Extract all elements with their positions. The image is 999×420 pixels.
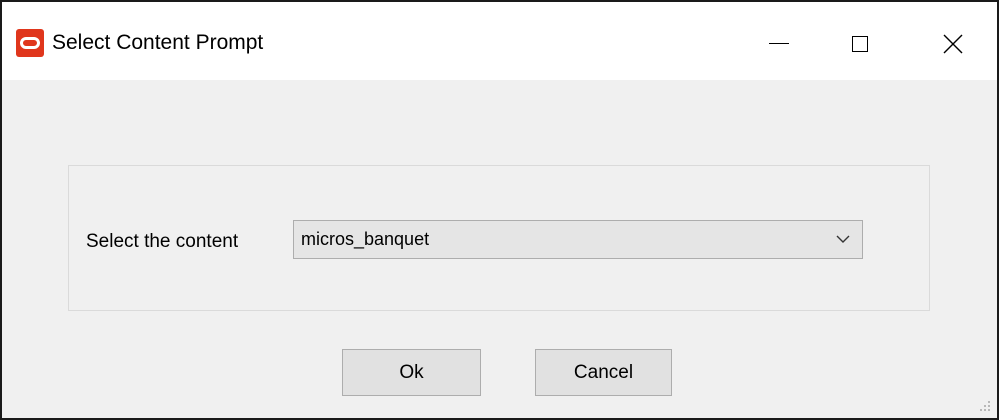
close-icon xyxy=(943,34,963,54)
minimize-button[interactable] xyxy=(732,2,824,80)
resize-grip-icon[interactable] xyxy=(979,400,991,412)
content-label: Select the content xyxy=(86,231,239,252)
content-select-value: micros_banquet xyxy=(301,229,430,249)
close-button[interactable] xyxy=(907,2,999,80)
window-title: Select Content Prompt xyxy=(52,31,264,54)
cancel-button[interactable]: Cancel xyxy=(535,349,672,396)
title-bar[interactable]: Select Content Prompt xyxy=(2,2,997,80)
content-select[interactable]: micros_banquet xyxy=(293,220,863,259)
ok-button[interactable]: Ok xyxy=(342,349,481,396)
dialog-window: Select Content Prompt Select the content… xyxy=(0,0,999,420)
oracle-logo-icon xyxy=(16,29,44,57)
chevron-down-icon xyxy=(836,235,850,243)
maximize-button[interactable] xyxy=(824,2,916,80)
